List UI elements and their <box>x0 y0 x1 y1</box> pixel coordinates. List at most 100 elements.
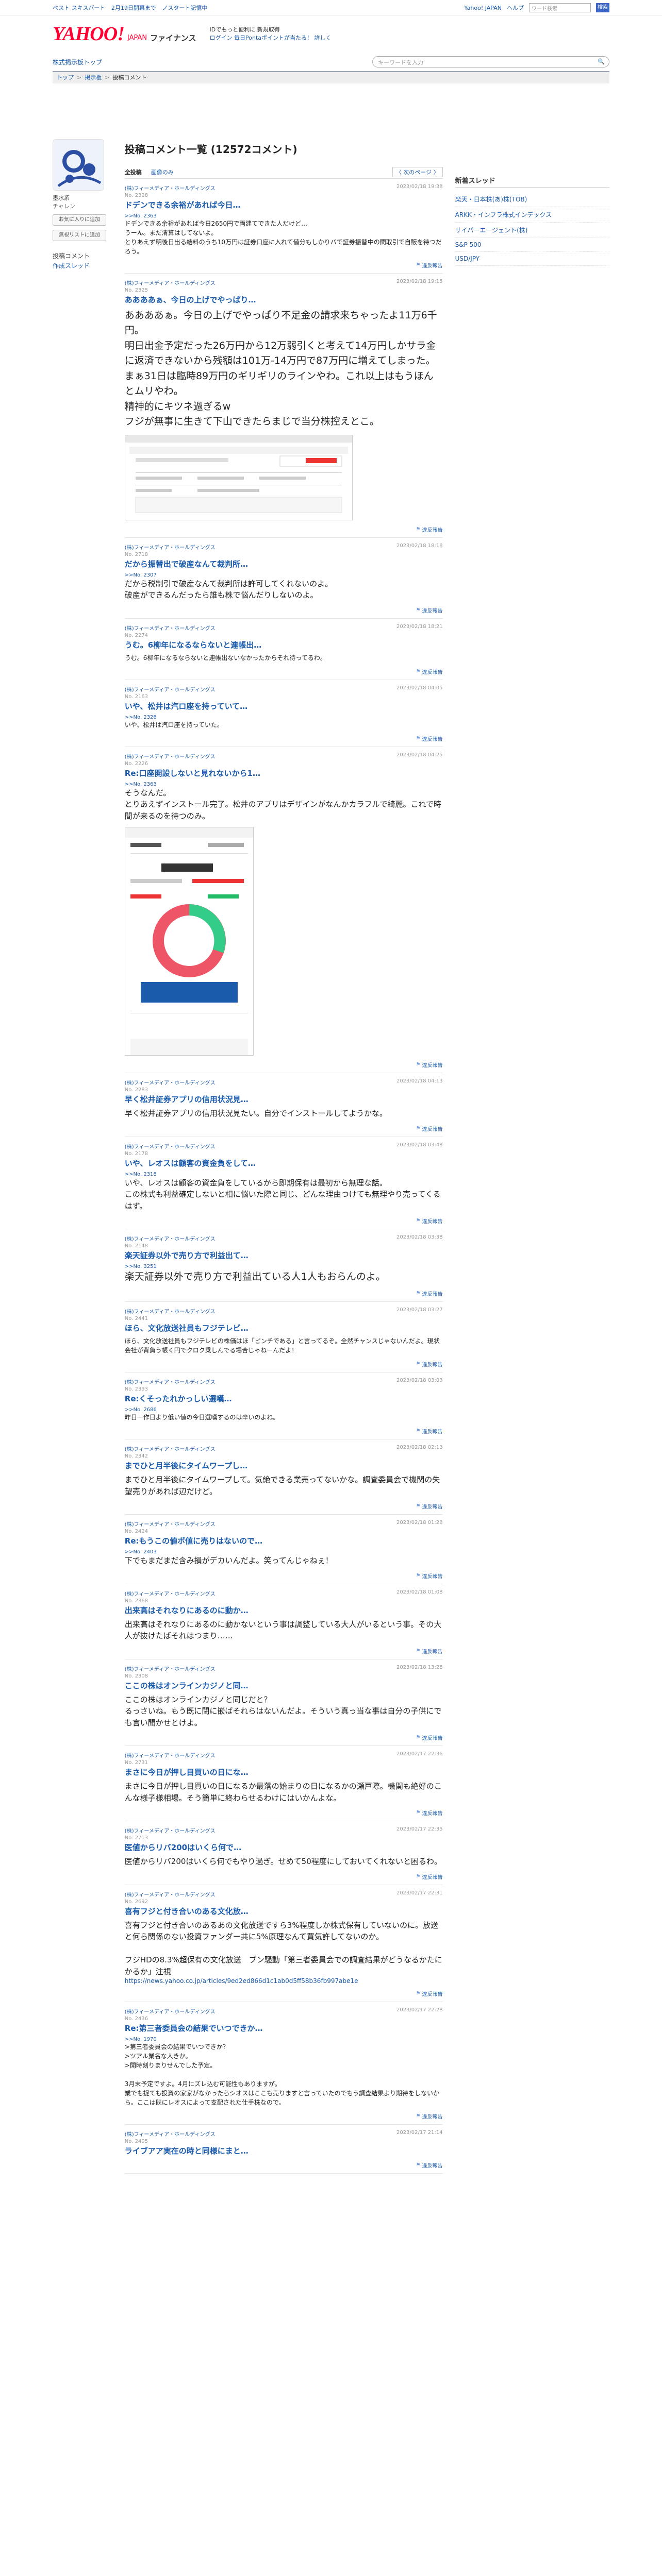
top-link-1[interactable]: ベスト スキスパート <box>53 5 105 11</box>
post-number: No. 2424 <box>124 1529 148 1535</box>
posted-comments-link[interactable]: 投稿コメント <box>53 251 107 260</box>
post-board-name[interactable]: (株)フィーメディア・ホールディングス <box>125 2130 216 2138</box>
post-reply-ref[interactable]: >>No. 1970 <box>125 2037 443 2042</box>
board-top-link[interactable]: 株式掲示板トップ <box>53 58 102 66</box>
post-reply-ref[interactable]: >>No. 2363 <box>125 213 443 219</box>
report-link[interactable]: 違反報告 <box>422 526 443 533</box>
search-icon[interactable]: 🔍 <box>598 58 605 65</box>
top-link-2[interactable]: 2月19日開幕まで <box>111 5 156 11</box>
top-link-3[interactable]: ノスタート記憶中 <box>162 5 207 11</box>
report-link[interactable]: 違反報告 <box>422 1734 443 1741</box>
post-title[interactable]: 楽天証券以外で売り方で利益出て… <box>125 1250 443 1261</box>
post-title[interactable]: ああああぁ、今日の上げでやっぱり… <box>125 294 443 305</box>
post-reply-ref[interactable]: >>No. 2403 <box>125 1549 443 1555</box>
post-board-name[interactable]: (株)フィーメディア・ホールディングス <box>125 624 216 632</box>
tab-images[interactable]: 画像のみ <box>151 168 174 176</box>
new-thread-item[interactable]: サイバーエージェント(株) <box>455 223 609 238</box>
post-title[interactable]: 早く松井証券アプリの信用状況見… <box>125 1094 443 1105</box>
post-title[interactable]: まさに今日が押し目買いの日にな… <box>125 1767 443 1777</box>
next-page-button[interactable]: 〈 次のページ 〉 <box>392 166 443 177</box>
post-board-name[interactable]: (株)フィーメディア・ホールディングス <box>125 184 216 192</box>
yahoo-japan-link[interactable]: Yahoo! JAPAN <box>464 5 502 11</box>
post-reply-ref[interactable]: >>No. 2318 <box>125 1172 443 1177</box>
post-title[interactable]: Re:口座開設しないと見れないから1… <box>125 768 443 778</box>
post-board-name[interactable]: (株)フィーメディア・ホールディングス <box>125 685 216 693</box>
top-search-button[interactable]: 検索 <box>596 3 609 12</box>
post-board-name[interactable]: (株)フィーメディア・ホールディングス <box>125 1826 216 1834</box>
promo-line-1[interactable]: IDでもっと便利に 新規取得 <box>210 26 332 34</box>
post-title[interactable]: ほら、文化放送社員もフジテレビ… <box>125 1323 443 1333</box>
post-title[interactable]: だから振替出で破産なんて裁判所… <box>125 558 443 569</box>
new-thread-item[interactable]: 楽天・日本株(あ)株(TOB) <box>455 192 609 207</box>
report-link[interactable]: 違反報告 <box>422 735 443 742</box>
post-board-name[interactable]: (株)フィーメディア・ホールディングス <box>125 1445 216 1452</box>
report-link[interactable]: 違反報告 <box>422 1572 443 1580</box>
report-link[interactable]: 違反報告 <box>422 1125 443 1132</box>
post-title[interactable]: うむ。6柳年になるならないと連帳出… <box>125 639 443 650</box>
post-board-name[interactable]: (株)フィーメディア・ホールディングス <box>125 752 216 760</box>
post-title[interactable]: ライブアア実在の時と同様にまと… <box>125 2145 443 2156</box>
report-link[interactable]: 違反報告 <box>422 1647 443 1655</box>
report-link[interactable]: 違反報告 <box>422 1217 443 1225</box>
post-title[interactable]: 喜有フジと付き合いのある文化放… <box>125 1906 443 1917</box>
post-reply-ref[interactable]: >>No. 2326 <box>125 715 443 720</box>
post-board-name[interactable]: (株)フィーメディア・ホールディングス <box>125 1142 216 1150</box>
report-link[interactable]: 違反報告 <box>422 261 443 269</box>
report-link[interactable]: 違反報告 <box>422 2112 443 2120</box>
top-search-input[interactable]: ワード検索 <box>529 3 591 12</box>
finance-label[interactable]: ファイナンス <box>150 32 196 43</box>
yahoo-logo[interactable]: YAHOO! <box>53 23 125 45</box>
help-link[interactable]: ヘルプ <box>507 4 524 12</box>
created-threads-link[interactable]: 作成スレッド <box>53 261 107 270</box>
report-link[interactable]: 違反報告 <box>422 1061 443 1069</box>
post-title[interactable]: ドデンできる余裕があれば今日… <box>125 199 443 210</box>
post-title[interactable]: 出来高はそれなりにあるのに動か… <box>125 1605 443 1616</box>
report-link[interactable]: 違反報告 <box>422 1990 443 1997</box>
report-link[interactable]: 違反報告 <box>422 606 443 614</box>
post-board-name[interactable]: (株)フィーメディア・ホールディングス <box>125 1665 216 1672</box>
post-board-name[interactable]: (株)フィーメディア・ホールディングス <box>125 1078 216 1086</box>
breadcrumb-board[interactable]: 掲示板 <box>85 74 102 81</box>
report-link[interactable]: 違反報告 <box>422 2161 443 2169</box>
new-thread-item[interactable]: ARKK・インフラ株式インデックス <box>455 207 609 223</box>
new-thread-item[interactable]: USD/JPY <box>455 252 609 266</box>
post-reply-ref[interactable]: >>No. 2363 <box>125 782 443 787</box>
post-title[interactable]: Re:もうこの値ボ値に売りはないので… <box>125 1535 443 1546</box>
post-title[interactable]: 医値からリバ200はいくら何で… <box>125 1842 443 1853</box>
post-board-name[interactable]: (株)フィーメディア・ホールディングス <box>125 2007 216 2015</box>
add-ignore-button[interactable]: 無視リストに追加 <box>53 230 106 241</box>
post-title[interactable]: いや、レオスは顧客の資金負をして… <box>125 1158 443 1168</box>
post-title[interactable]: ここの株はオンラインカジノと同… <box>125 1680 443 1691</box>
post-board-name[interactable]: (株)フィーメディア・ホールディングス <box>125 1307 216 1315</box>
user-role: チャレン <box>53 203 75 210</box>
report-link[interactable]: 違反報告 <box>422 1290 443 1297</box>
post-board-name[interactable]: (株)フィーメディア・ホールディングス <box>125 1234 216 1242</box>
report-link[interactable]: 違反報告 <box>422 1873 443 1880</box>
post-board-name[interactable]: (株)フィーメディア・ホールディングス <box>125 1520 216 1528</box>
report-link[interactable]: 違反報告 <box>422 1427 443 1435</box>
post-board-name[interactable]: (株)フィーメディア・ホールディングス <box>125 543 216 551</box>
post-reply-ref[interactable]: >>No. 2686 <box>125 1407 443 1413</box>
post-title[interactable]: Re:第三者委員会の結果でいつできか… <box>125 2023 443 2033</box>
new-thread-item[interactable]: S&P 500 <box>455 238 609 252</box>
report-link[interactable]: 違反報告 <box>422 668 443 675</box>
report-link[interactable]: 違反報告 <box>422 1502 443 1510</box>
tab-all[interactable]: 全投稿 <box>125 168 142 176</box>
post-link[interactable]: https://news.yahoo.co.jp/articles/9ed2ed… <box>125 1977 443 1985</box>
post-reply-ref[interactable]: >>No. 2307 <box>125 572 443 578</box>
post-board-name[interactable]: (株)フィーメディア・ホールディングス <box>125 1378 216 1385</box>
post-title[interactable]: いや、松井は汽ロ座を持っていて… <box>125 701 443 711</box>
post-board-name[interactable]: (株)フィーメディア・ホールディングス <box>125 1589 216 1597</box>
report-link[interactable]: 違反報告 <box>422 1809 443 1817</box>
post-board-name[interactable]: (株)フィーメディア・ホールディングス <box>125 1890 216 1898</box>
post-title[interactable]: までひと月半後にタイムワープし… <box>125 1460 443 1471</box>
post-reply-ref[interactable]: >>No. 3251 <box>125 1264 443 1269</box>
board-search-input[interactable]: キーワードを入力 🔍 <box>372 56 609 67</box>
post-board-name[interactable]: (株)フィーメディア・ホールディングス <box>125 279 216 286</box>
post-board-name[interactable]: (株)フィーメディア・ホールディングス <box>125 1751 216 1759</box>
promo-line-2[interactable]: ログイン 毎日Pontaポイントが当たる！ 詳しく <box>210 34 332 42</box>
add-favorite-button[interactable]: お気に入りに追加 <box>53 214 106 226</box>
post-title[interactable]: Re:くそったれかっしい選嘆… <box>125 1393 443 1404</box>
breadcrumb-top[interactable]: トップ <box>57 74 74 81</box>
report-link[interactable]: 違反報告 <box>422 1360 443 1368</box>
